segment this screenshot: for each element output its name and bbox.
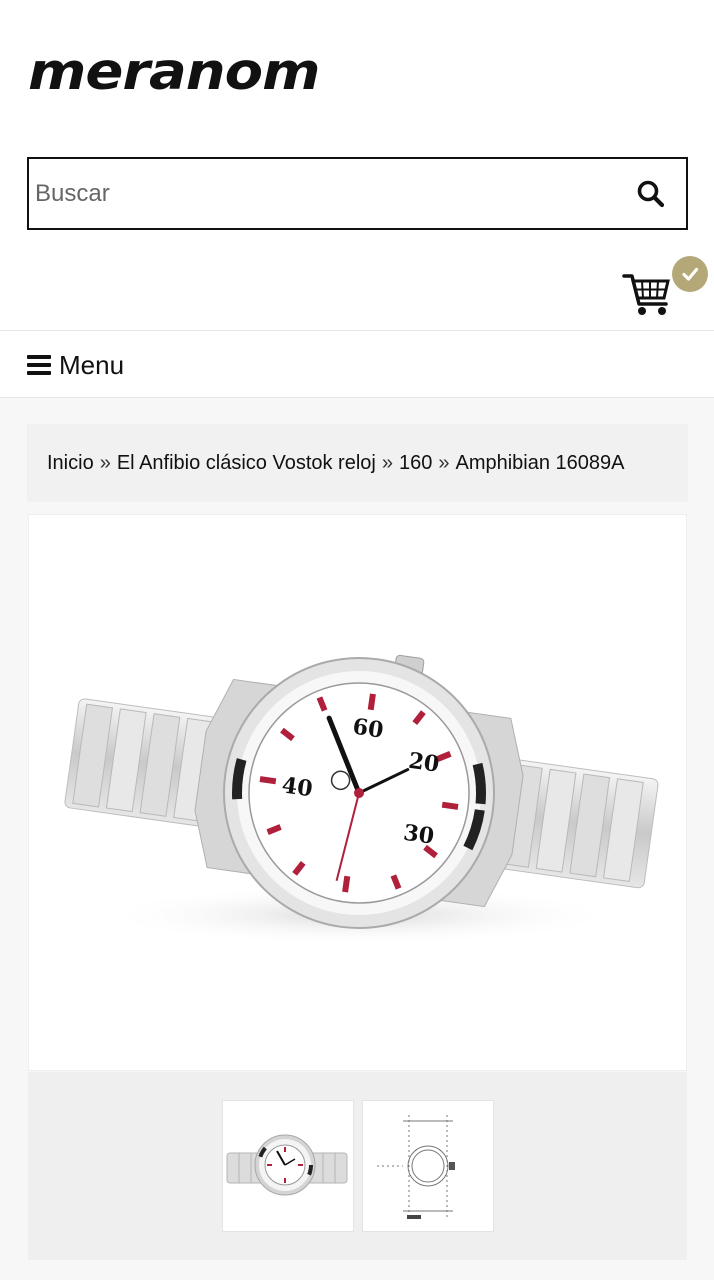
- breadcrumb-link-category[interactable]: El Anfibio clásico Vostok reloj: [117, 452, 376, 475]
- nav-bar: Menu: [0, 330, 714, 398]
- cart-status-badge: [672, 256, 708, 292]
- site-header: meranom: [0, 0, 714, 330]
- thumbnail-strip: [28, 1072, 687, 1260]
- svg-text:30: 30: [402, 820, 436, 850]
- site-logo[interactable]: meranom: [28, 46, 388, 106]
- breadcrumb-current: Amphibian 16089A: [455, 451, 625, 474]
- search-box: [27, 157, 688, 230]
- breadcrumb-link-home[interactable]: Inicio: [47, 452, 94, 475]
- svg-text:60: 60: [351, 714, 385, 744]
- watch-image: 60 20 30 40: [64, 654, 659, 945]
- breadcrumb: Inicio » El Anfibio clásico Vostok reloj…: [27, 424, 688, 502]
- hamburger-icon: [27, 355, 51, 375]
- check-icon: [682, 267, 699, 281]
- breadcrumb-separator: »: [381, 451, 393, 474]
- search-icon: [637, 180, 665, 208]
- svg-text:20: 20: [407, 748, 441, 778]
- menu-label: Menu: [59, 349, 125, 380]
- watch-drawing-thumbnail-image: [377, 1115, 455, 1219]
- product-main-image[interactable]: 60 20 30 40: [28, 514, 687, 1071]
- svg-text:40: 40: [280, 772, 314, 802]
- page-content: Inicio » El Anfibio clásico Vostok reloj…: [0, 398, 714, 1280]
- thumbnail-watch-photo[interactable]: [222, 1100, 354, 1232]
- watch-thumbnail-image: [226, 1134, 348, 1196]
- thumbnail-technical-drawing[interactable]: [362, 1100, 494, 1232]
- search-button[interactable]: [636, 179, 666, 209]
- logo-text: meranom: [28, 43, 320, 102]
- cart-icon: [622, 274, 670, 315]
- menu-button[interactable]: Menu: [27, 345, 124, 385]
- breadcrumb-separator: »: [438, 451, 450, 474]
- breadcrumb-link-subcategory[interactable]: 160: [399, 452, 432, 475]
- breadcrumb-separator: »: [99, 451, 111, 474]
- search-input[interactable]: [35, 159, 615, 228]
